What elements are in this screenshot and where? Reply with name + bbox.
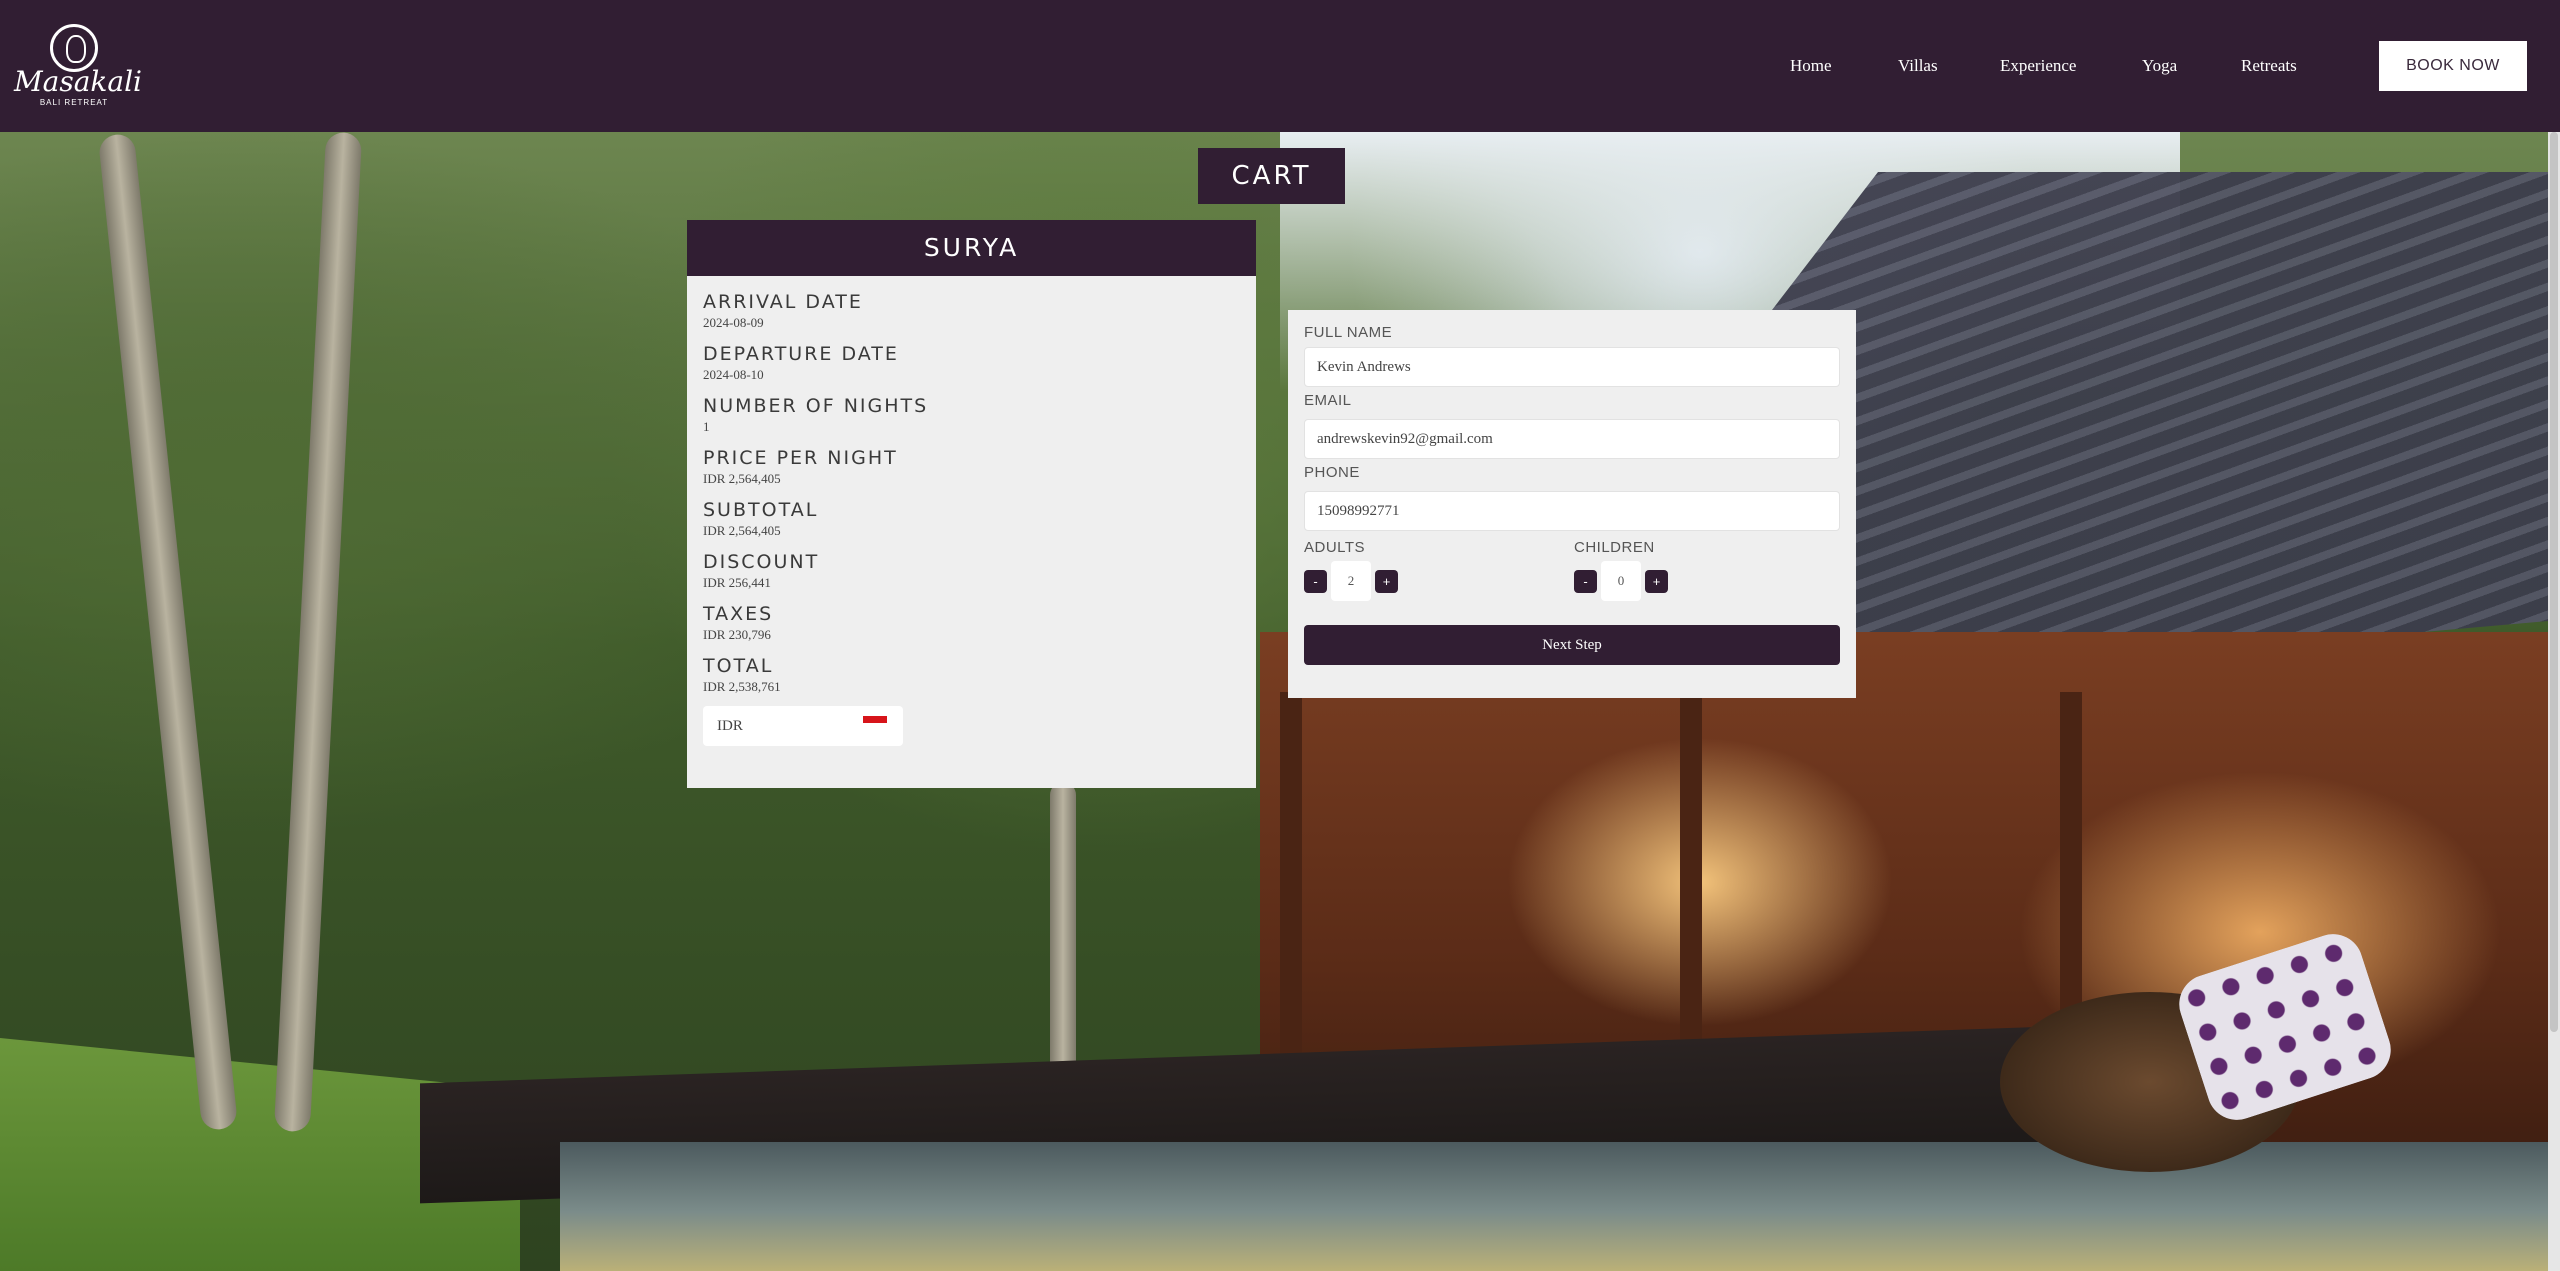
brand-tagline: BALI RETREAT <box>39 98 109 107</box>
summary-value: IDR 256,441 <box>703 575 771 590</box>
book-now-button[interactable]: BOOK NOW <box>2379 41 2527 91</box>
children-stepper: - 0 + <box>1574 561 1668 601</box>
full-name-field[interactable] <box>1304 347 1840 387</box>
children-increment-button[interactable]: + <box>1645 569 1668 593</box>
children-label: CHILDREN <box>1574 539 1655 556</box>
next-step-button[interactable]: Next Step <box>1304 625 1840 665</box>
summary-value: 2024-08-10 <box>703 367 764 382</box>
currency-label: IDR <box>717 717 743 734</box>
summary-row-nights: NUMBER OF NIGHTS 1 <box>703 394 1240 446</box>
masakali-logo-icon[interactable]: Masakali BALI RETREAT <box>14 22 142 108</box>
adults-label: ADULTS <box>1304 539 1366 556</box>
adults-decrement-button[interactable]: - <box>1304 569 1327 593</box>
scrollbar-thumb[interactable] <box>2550 132 2558 1032</box>
summary-label: SUBTOTAL <box>703 499 819 521</box>
children-value[interactable]: 0 <box>1601 561 1641 601</box>
summary-value: IDR 2,564,405 <box>703 523 781 538</box>
currency-selector[interactable]: IDR <box>703 706 903 746</box>
nav-home[interactable]: Home <box>1790 56 1832 76</box>
guest-details-form: FULL NAME EMAIL PHONE ADULTS - 2 + CHILD… <box>1288 310 1856 698</box>
brand-name: Masakali <box>14 65 142 98</box>
summary-value: IDR 2,564,405 <box>703 471 781 486</box>
hero-background-image <box>0 132 2560 1271</box>
summary-label: ARRIVAL DATE <box>703 291 863 313</box>
summary-row-total: TOTAL IDR 2,538,761 <box>703 654 1240 706</box>
summary-label: NUMBER OF NIGHTS <box>703 395 929 417</box>
summary-row-discount: DISCOUNT IDR 256,441 <box>703 550 1240 602</box>
summary-row-subtotal: SUBTOTAL IDR 2,564,405 <box>703 498 1240 550</box>
summary-label: TOTAL <box>703 655 774 677</box>
phone-field[interactable] <box>1304 491 1840 531</box>
indonesia-flag-icon <box>863 716 887 730</box>
adults-value[interactable]: 2 <box>1331 561 1371 601</box>
adults-stepper: - 2 + <box>1304 561 1398 601</box>
email-field[interactable] <box>1304 419 1840 459</box>
summary-value: IDR 230,796 <box>703 627 771 642</box>
full-name-label: FULL NAME <box>1304 324 1393 341</box>
nav-villas[interactable]: Villas <box>1898 56 1938 76</box>
children-decrement-button[interactable]: - <box>1574 569 1597 593</box>
summary-label: PRICE PER NIGHT <box>703 447 898 469</box>
email-label: EMAIL <box>1304 392 1352 409</box>
summary-row-taxes: TAXES IDR 230,796 <box>703 602 1240 654</box>
cart-title: CART <box>1198 148 1345 204</box>
summary-label: DEPARTURE DATE <box>703 343 899 365</box>
adults-increment-button[interactable]: + <box>1375 569 1398 593</box>
nav-retreats[interactable]: Retreats <box>2241 56 2297 76</box>
phone-label: PHONE <box>1304 464 1360 481</box>
summary-label: DISCOUNT <box>703 551 820 573</box>
site-header: Masakali BALI RETREAT Home Villas Experi… <box>0 0 2560 132</box>
summary-label: TAXES <box>703 603 774 625</box>
booking-summary-panel: SURYA ARRIVAL DATE 2024-08-09 DEPARTURE … <box>687 220 1256 788</box>
summary-row-arrival: ARRIVAL DATE 2024-08-09 <box>703 290 1240 342</box>
villa-name: SURYA <box>687 220 1256 276</box>
nav-experience[interactable]: Experience <box>2000 56 2076 76</box>
summary-row-departure: DEPARTURE DATE 2024-08-10 <box>703 342 1240 394</box>
summary-value: 1 <box>703 419 710 434</box>
summary-value: 2024-08-09 <box>703 315 764 330</box>
summary-value: IDR 2,538,761 <box>703 679 781 694</box>
page-scrollbar[interactable] <box>2548 132 2560 1271</box>
nav-yoga[interactable]: Yoga <box>2142 56 2177 76</box>
summary-row-price-per-night: PRICE PER NIGHT IDR 2,564,405 <box>703 446 1240 498</box>
